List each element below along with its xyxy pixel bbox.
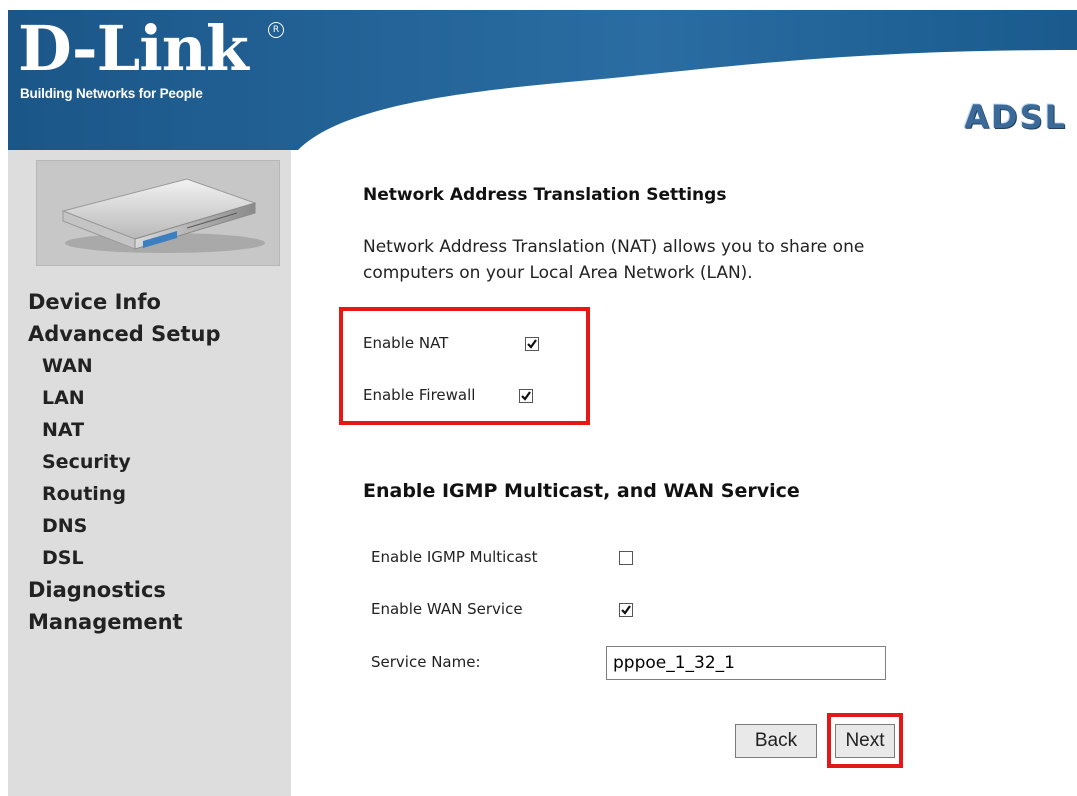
logo-tagline: Building Networks for People	[20, 86, 203, 101]
enable-nat-label: Enable NAT	[363, 334, 449, 352]
registered-mark: R	[268, 22, 284, 38]
service-name-input[interactable]	[606, 646, 886, 680]
enable-wan-service-label: Enable WAN Service	[371, 600, 523, 618]
nat-description: Network Address Translation (NAT) allows…	[363, 234, 864, 286]
sidebar-item-nat[interactable]: NAT	[8, 414, 291, 446]
sidebar-nav: Device Info Advanced Setup WAN LAN NAT S…	[8, 286, 291, 638]
dlink-logo[interactable]: D-Link R Building Networks for People	[18, 14, 293, 114]
logo-brand-text: D-Link	[18, 12, 249, 85]
checkmark-icon	[621, 605, 631, 615]
nat-description-line2: computers on your Local Area Network (LA…	[363, 263, 753, 283]
product-title: ADSL	[964, 98, 1067, 136]
checkmark-icon	[521, 391, 531, 401]
sidebar-item-management[interactable]: Management	[8, 606, 291, 638]
sidebar-item-diagnostics[interactable]: Diagnostics	[8, 574, 291, 606]
nat-section-title: Network Address Translation Settings	[363, 185, 727, 205]
enable-igmp-label: Enable IGMP Multicast	[371, 548, 538, 566]
header-banner: D-Link R Building Networks for People AD…	[8, 10, 1077, 150]
main-content: Network Address Translation Settings Net…	[291, 150, 1077, 796]
enable-firewall-checkbox[interactable]	[519, 389, 533, 403]
nat-description-line1: Network Address Translation (NAT) allows…	[363, 237, 865, 257]
sidebar-item-advanced-setup[interactable]: Advanced Setup	[8, 318, 291, 350]
enable-igmp-checkbox[interactable]	[619, 551, 633, 565]
sidebar-item-lan[interactable]: LAN	[8, 382, 291, 414]
nat-highlight-box	[339, 307, 590, 425]
enable-nat-checkbox[interactable]	[525, 337, 539, 351]
igmp-section-title: Enable IGMP Multicast, and WAN Service	[363, 480, 800, 502]
router-device-image	[36, 160, 280, 266]
checkmark-icon	[527, 339, 537, 349]
sidebar: Device Info Advanced Setup WAN LAN NAT S…	[8, 150, 291, 796]
enable-firewall-label: Enable Firewall	[363, 386, 476, 404]
router-config-page: D-Link R Building Networks for People AD…	[0, 0, 1077, 796]
service-name-label: Service Name:	[371, 653, 481, 671]
sidebar-item-security[interactable]: Security	[8, 446, 291, 478]
sidebar-item-dsl[interactable]: DSL	[8, 542, 291, 574]
enable-wan-service-checkbox[interactable]	[619, 603, 633, 617]
sidebar-item-wan[interactable]: WAN	[8, 350, 291, 382]
back-button[interactable]: Back	[735, 724, 817, 758]
next-button[interactable]: Next	[835, 724, 895, 758]
router-icon	[61, 178, 265, 253]
sidebar-item-routing[interactable]: Routing	[8, 478, 291, 510]
sidebar-item-device-info[interactable]: Device Info	[8, 286, 291, 318]
sidebar-item-dns[interactable]: DNS	[8, 510, 291, 542]
